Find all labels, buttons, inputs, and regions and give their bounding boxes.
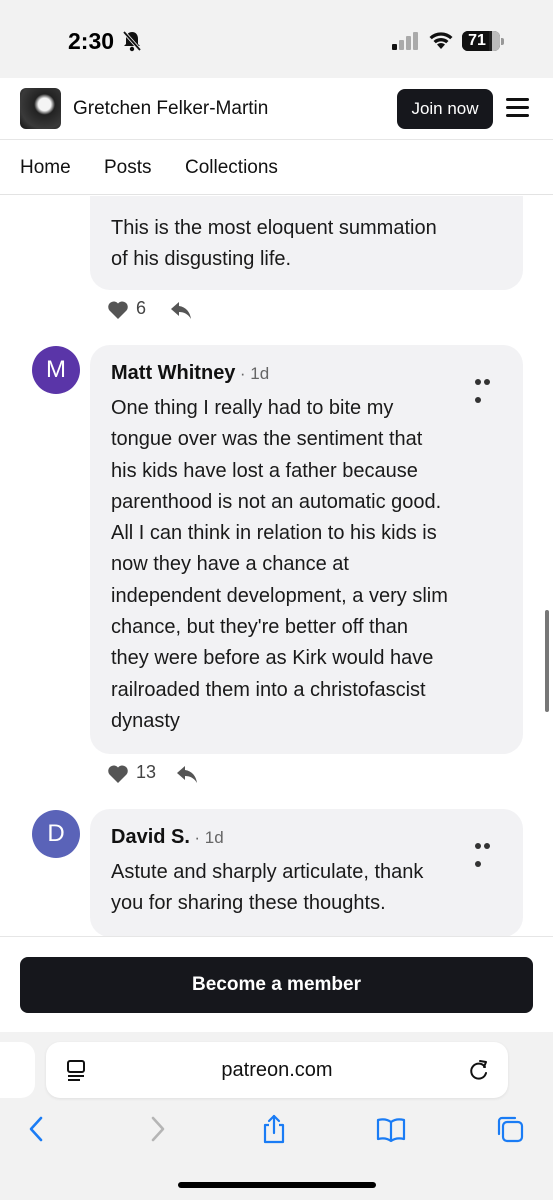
comment-bubble: This is the most eloquent summation of h… [90, 196, 523, 290]
previous-tab-preview[interactable] [0, 1042, 35, 1098]
signal-icon [392, 32, 418, 50]
reload-icon[interactable] [468, 1058, 490, 1082]
tab-home[interactable]: Home [20, 157, 71, 179]
comment-line: chance, but they're better off than [111, 616, 408, 639]
comment-time: · 1d [239, 364, 270, 383]
menu-line [506, 114, 529, 117]
comment-time: · 1d [194, 828, 224, 847]
comment-header: Matt Whitney · 1d [111, 362, 269, 385]
dot [475, 861, 481, 867]
creator-nav: Home Posts Collections [0, 140, 553, 195]
dot [484, 379, 490, 385]
become-member-button[interactable]: Become a member [20, 957, 533, 1013]
share-icon[interactable] [259, 1114, 289, 1144]
comment-line: they were before as Kirk would have [111, 647, 434, 670]
comment-line: All I can think in relation to his kids … [111, 522, 437, 545]
hamburger-menu-icon[interactable] [506, 98, 529, 118]
avatar-letter: M [46, 356, 66, 383]
battery-indicator: 71 [462, 31, 500, 51]
comment-body: One thing I really had to bite my tongue… [111, 393, 448, 737]
back-icon[interactable] [22, 1114, 52, 1144]
comment-bubble: Matt Whitney · 1d One thing I really had… [90, 345, 523, 754]
comment-line: tongue over was the sentiment that [111, 428, 423, 451]
bell-slash-icon [122, 30, 142, 52]
creator-avatar[interactable] [20, 88, 61, 129]
avatar-letter: D [47, 820, 65, 847]
avatar[interactable]: D [32, 810, 80, 858]
comment-line: railroaded them into a christofascist [111, 678, 426, 701]
comment-body: Astute and sharply articulate, thank you… [111, 857, 423, 920]
comment-body: This is the most eloquent summation of h… [111, 213, 437, 276]
comment-line: independent development, a very slim [111, 584, 448, 607]
tab-collections[interactable]: Collections [185, 157, 278, 179]
comment-bubble: David S. · 1d Astute and sharply articul… [90, 809, 523, 936]
comment-line: you for sharing these thoughts. [111, 892, 386, 915]
dot [475, 397, 481, 403]
home-indicator[interactable] [178, 1182, 376, 1188]
status-time: 2:30 [68, 28, 115, 54]
join-now-button[interactable]: Join now [397, 89, 493, 129]
bookmarks-icon[interactable] [376, 1114, 406, 1144]
menu-line [506, 106, 529, 109]
dot [484, 843, 490, 849]
avatar[interactable]: M [32, 346, 80, 394]
comment-line: parenthood is not an automatic good. [111, 490, 442, 513]
battery-nub [501, 38, 504, 45]
comment-line: now they have a chance at [111, 553, 349, 576]
status-bar: 2:30 71 [0, 0, 553, 78]
tabs-icon[interactable] [495, 1114, 525, 1144]
comment-line: dynasty [111, 709, 180, 732]
more-icon[interactable] [475, 372, 499, 403]
creator-header: Gretchen Felker-Martin Join now [0, 78, 553, 140]
url-text[interactable]: patreon.com [46, 1059, 508, 1082]
wifi-icon [429, 32, 453, 49]
menu-line [506, 98, 529, 101]
reply-icon[interactable] [170, 300, 192, 320]
comment-author[interactable]: David S. [111, 826, 190, 848]
forward-icon[interactable] [142, 1114, 172, 1144]
scrollbar[interactable] [545, 610, 549, 712]
more-icon[interactable] [475, 836, 499, 867]
comment-header: David S. · 1d [111, 826, 224, 849]
comment-actions: 6 [107, 298, 227, 322]
like-count: 6 [136, 298, 147, 318]
dot [475, 379, 481, 385]
comment-line: of his disgusting life. [111, 248, 292, 271]
heart-icon[interactable] [107, 300, 129, 320]
comments-feed[interactable]: This is the most eloquent summation of h… [0, 196, 553, 936]
tab-posts[interactable]: Posts [104, 157, 152, 179]
like-count: 13 [136, 762, 157, 782]
browser-toolbar: patreon.com [0, 1032, 553, 1200]
creator-name[interactable]: Gretchen Felker-Martin [73, 98, 268, 120]
comment-line: One thing I really had to bite my [111, 397, 394, 419]
comment-line: Astute and sharply articulate, thank [111, 861, 424, 883]
battery-empty-segment [492, 31, 500, 51]
reply-icon[interactable] [176, 764, 198, 784]
heart-icon[interactable] [107, 764, 129, 784]
comment-actions: 13 [107, 762, 227, 786]
member-cta: Become a member [0, 936, 553, 1032]
comment-author[interactable]: Matt Whitney [111, 362, 235, 384]
comment-line: his kids have lost a father because [111, 459, 418, 482]
dot [475, 843, 481, 849]
battery-level: 71 [468, 32, 486, 49]
comment-line: This is the most eloquent summation [111, 217, 437, 239]
address-bar[interactable]: patreon.com [46, 1042, 508, 1098]
